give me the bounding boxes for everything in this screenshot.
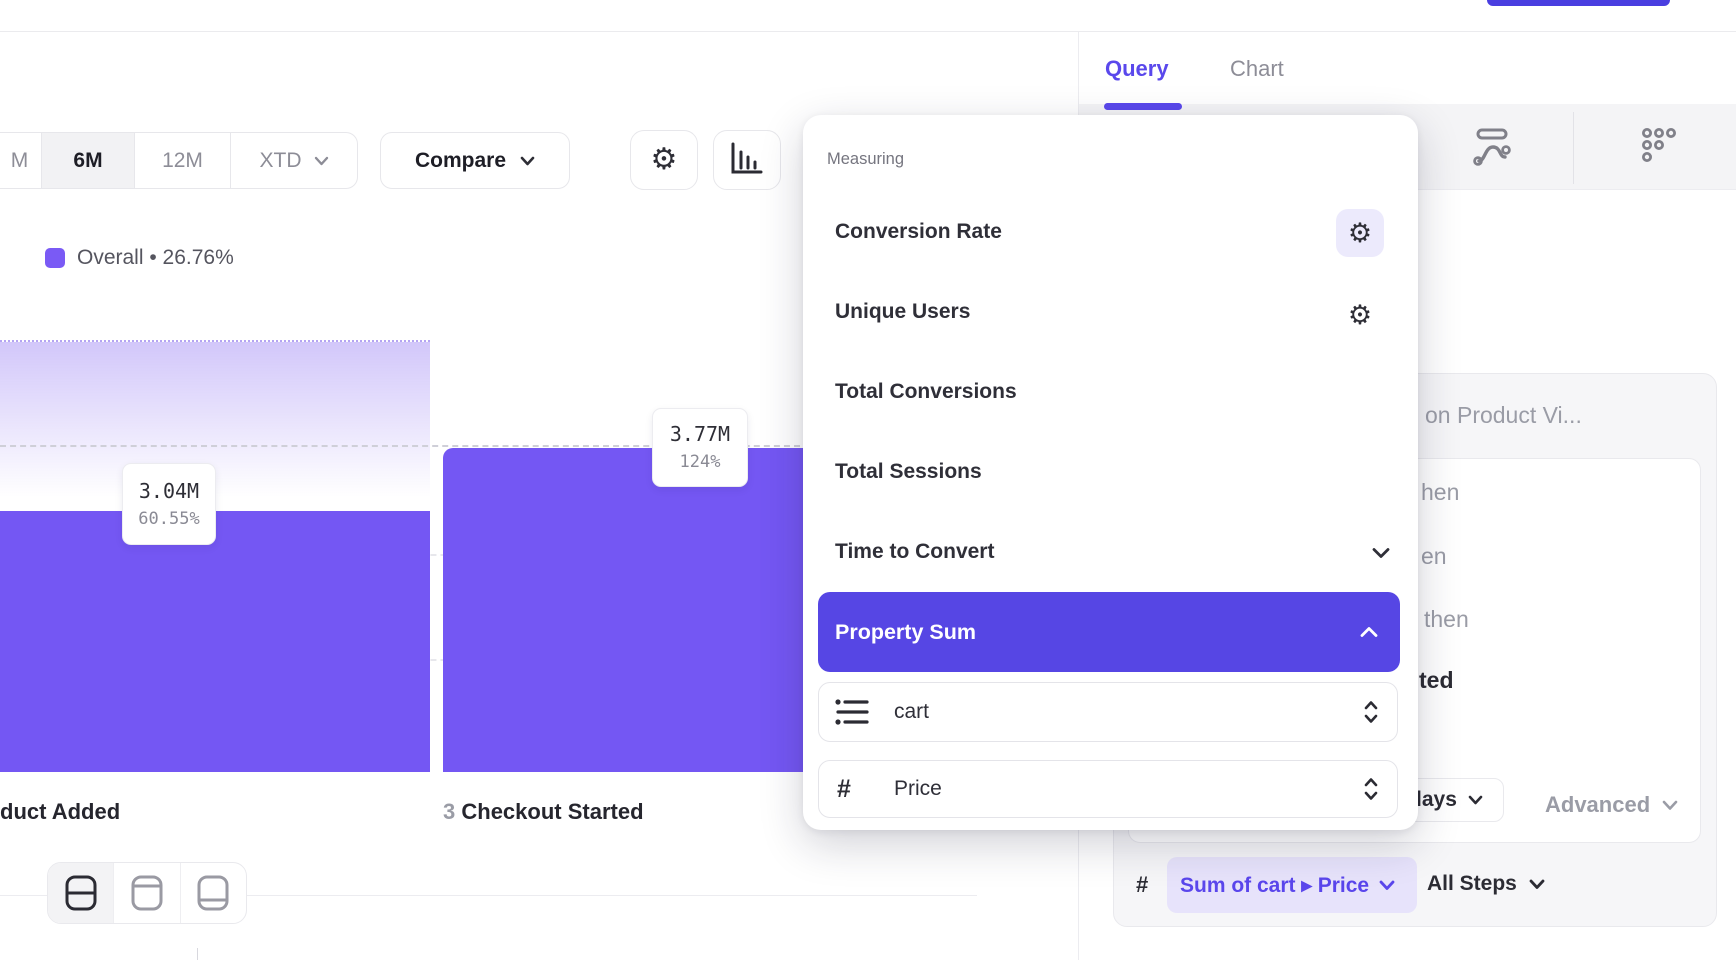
chart-type-button[interactable] bbox=[713, 130, 781, 190]
gear-icon: ⚙ bbox=[651, 145, 678, 175]
hash-icon: # bbox=[1136, 872, 1148, 898]
chevron-down-icon[interactable] bbox=[1372, 547, 1390, 559]
top-panel-icon bbox=[129, 874, 165, 912]
value-tooltip-checkout-started: 3.77M 124% bbox=[652, 408, 748, 487]
legend-label: Overall • 26.76% bbox=[77, 246, 234, 270]
breakdown-grid-button[interactable] bbox=[1629, 119, 1689, 175]
menu-item-time-to-convert[interactable]: Time to Convert bbox=[835, 540, 994, 564]
conversion-rate-settings-button[interactable]: ⚙ bbox=[1336, 209, 1384, 257]
chart-settings-button[interactable]: ⚙ bbox=[630, 130, 698, 190]
menu-item-unique-users[interactable]: Unique Users bbox=[835, 300, 970, 324]
chevron-down-icon bbox=[520, 156, 535, 166]
step-label-product-added: duct Added bbox=[0, 799, 120, 825]
layout-split-horizontal-button[interactable] bbox=[48, 863, 114, 923]
value-tooltip-product-added: 3.04M 60.55% bbox=[122, 463, 216, 545]
step-number: 3 bbox=[443, 799, 455, 824]
all-steps-dropdown[interactable]: All Steps bbox=[1427, 872, 1545, 896]
step-row-fragment: hen bbox=[1421, 479, 1459, 506]
tab-query[interactable]: Query bbox=[1105, 56, 1169, 82]
grid-dots-icon bbox=[1638, 125, 1680, 169]
property-name-selector[interactable]: # Price bbox=[818, 760, 1398, 818]
property-event-selector[interactable]: cart bbox=[818, 682, 1398, 742]
measuring-header: Measuring bbox=[827, 150, 904, 169]
toolbar-divider bbox=[1573, 112, 1574, 184]
menu-item-total-conversions[interactable]: Total Conversions bbox=[835, 380, 1017, 404]
delays-label: lays bbox=[1416, 788, 1457, 812]
flows-icon bbox=[1471, 125, 1513, 169]
time-range-control: M 6M 12M XTD bbox=[0, 132, 358, 189]
chevron-down-icon bbox=[1468, 795, 1483, 805]
value-label: 3.04M bbox=[123, 479, 215, 503]
split-horizontal-icon bbox=[63, 874, 99, 912]
bar-chart-icon bbox=[728, 142, 766, 178]
measurement-chip-label: Sum of cart ▸ Price bbox=[1180, 873, 1369, 898]
time-range-xtd[interactable]: XTD bbox=[231, 133, 357, 188]
step-row-fragment: ted bbox=[1419, 667, 1454, 694]
time-range-label: XTD bbox=[260, 149, 302, 173]
layout-bottom-panel-button[interactable] bbox=[181, 863, 246, 923]
gear-icon: ⚙ bbox=[1348, 220, 1372, 247]
query-card-title: on Product Vi... bbox=[1425, 402, 1582, 429]
app-header bbox=[0, 0, 1736, 32]
time-range-1m[interactable]: M bbox=[0, 133, 42, 188]
step-row-fragment: then bbox=[1424, 606, 1469, 633]
funnel-bar-product-added[interactable] bbox=[0, 511, 430, 772]
gear-icon: ⚙ bbox=[1348, 302, 1372, 329]
menu-item-total-sessions[interactable]: Total Sessions bbox=[835, 460, 982, 484]
primary-action-button[interactable] bbox=[1487, 0, 1670, 6]
property-name-value: Price bbox=[894, 777, 1363, 801]
layout-top-panel-button[interactable] bbox=[114, 863, 180, 923]
value-label: 3.77M bbox=[653, 422, 747, 446]
unfold-icon bbox=[1363, 776, 1379, 802]
active-tab-indicator bbox=[1104, 103, 1182, 110]
list-icon bbox=[834, 697, 870, 727]
unique-users-settings-button[interactable]: ⚙ bbox=[1336, 291, 1384, 339]
compare-button[interactable]: Compare bbox=[380, 132, 570, 189]
column-tick bbox=[197, 948, 198, 960]
conversion-label: 124% bbox=[653, 452, 747, 472]
layout-toggle-group bbox=[47, 862, 247, 924]
property-sum-label: Property Sum bbox=[835, 620, 976, 645]
property-event-value: cart bbox=[894, 700, 1363, 724]
bottom-panel-icon bbox=[195, 874, 231, 912]
tab-chart[interactable]: Chart bbox=[1230, 56, 1284, 82]
conversion-label: 60.55% bbox=[123, 509, 215, 529]
unfold-icon bbox=[1363, 699, 1379, 725]
time-range-label: M bbox=[11, 149, 29, 173]
chevron-down-icon bbox=[1662, 800, 1678, 811]
legend-swatch bbox=[45, 248, 65, 268]
time-range-label: 12M bbox=[162, 149, 203, 173]
chevron-down-icon bbox=[314, 156, 329, 166]
step-row-fragment: en bbox=[1421, 543, 1447, 570]
flows-view-button[interactable] bbox=[1462, 119, 1522, 175]
measurement-chip[interactable]: Sum of cart ▸ Price bbox=[1167, 857, 1417, 913]
step-name: Checkout Started bbox=[461, 799, 643, 824]
time-range-12m[interactable]: 12M bbox=[135, 133, 231, 188]
chevron-down-icon bbox=[1529, 879, 1545, 890]
funnel-bar-checkout-started[interactable] bbox=[443, 448, 863, 772]
chevron-up-icon bbox=[1360, 626, 1378, 638]
compare-label: Compare bbox=[415, 149, 506, 173]
time-range-6m[interactable]: 6M bbox=[42, 133, 135, 188]
hash-icon: # bbox=[834, 775, 870, 804]
menu-item-conversion-rate[interactable]: Conversion Rate bbox=[835, 220, 1002, 244]
all-steps-label: All Steps bbox=[1427, 872, 1517, 896]
chevron-down-icon bbox=[1379, 880, 1395, 891]
time-range-label: 6M bbox=[73, 149, 102, 173]
menu-item-property-sum[interactable]: Property Sum bbox=[818, 592, 1400, 672]
advanced-dropdown[interactable]: Advanced bbox=[1545, 792, 1678, 818]
advanced-label: Advanced bbox=[1545, 792, 1650, 818]
step-label-checkout-started: 3 Checkout Started bbox=[443, 799, 644, 825]
